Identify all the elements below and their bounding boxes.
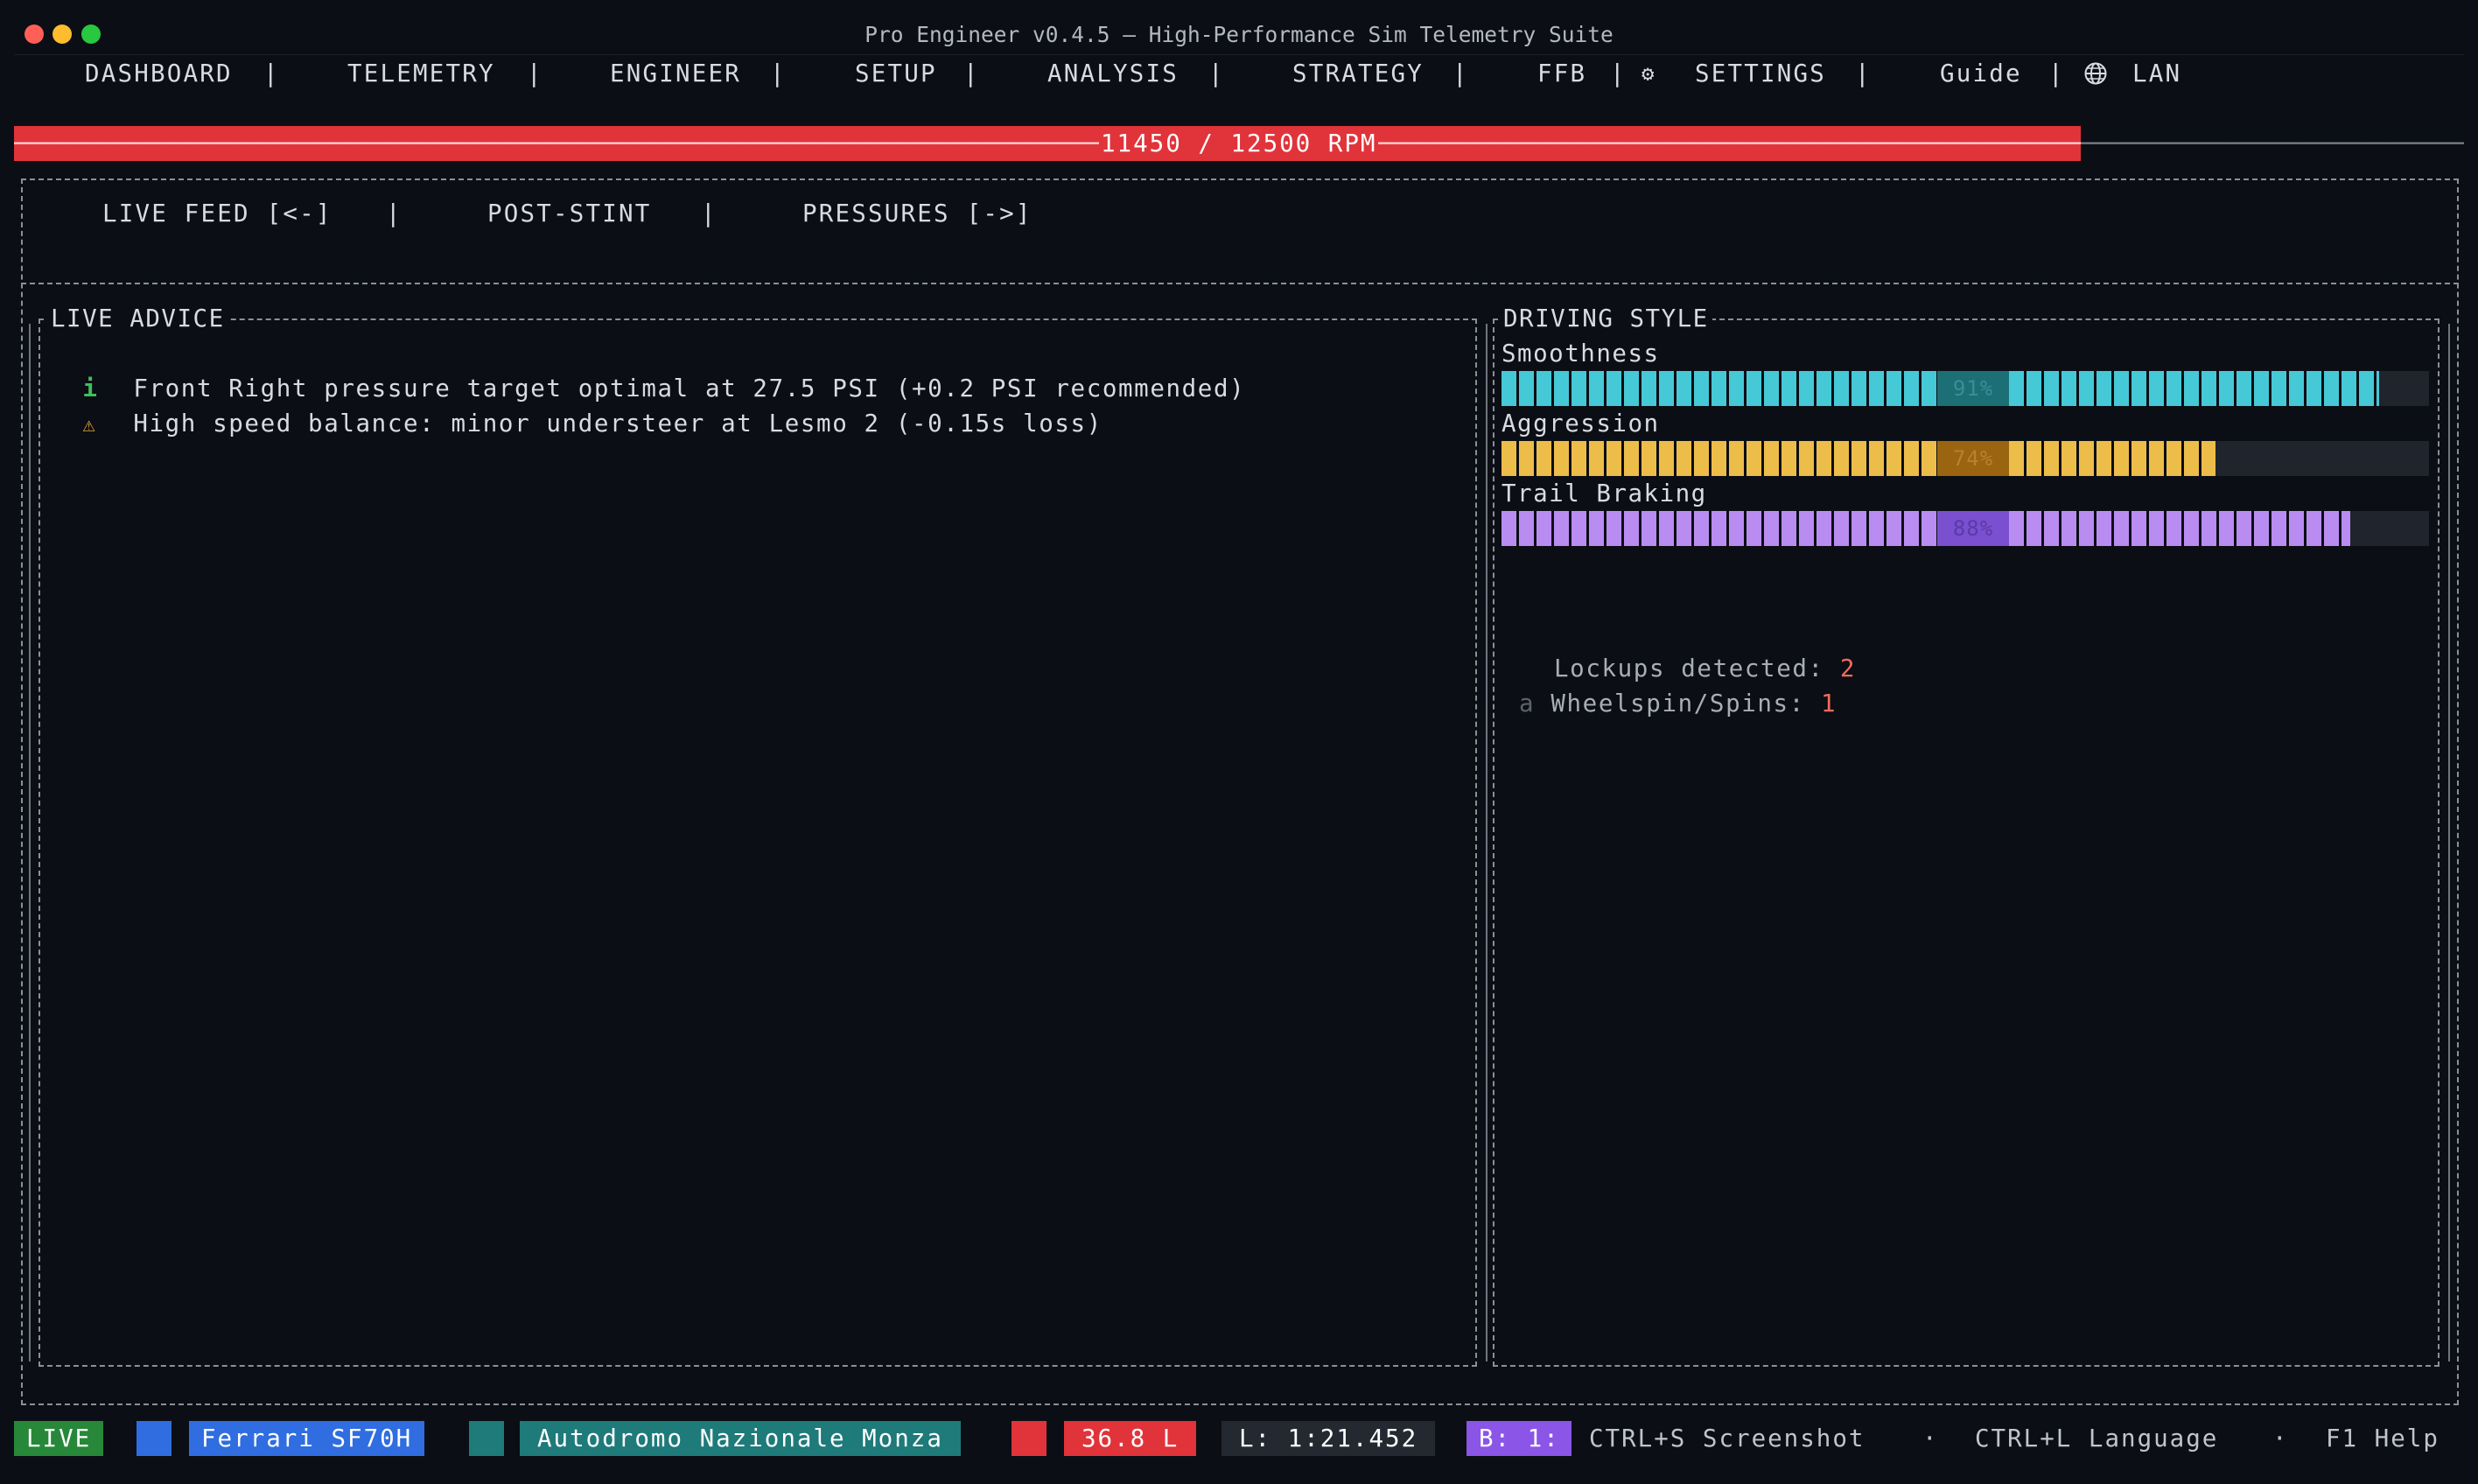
menu-strategy[interactable]: STRATEGY bbox=[1292, 56, 1424, 91]
aggression-label: Aggression bbox=[1502, 410, 1660, 438]
live-badge: LIVE bbox=[14, 1421, 104, 1456]
tab-post-stint[interactable]: POST-STINT bbox=[487, 196, 652, 231]
track-name: Autodromo Nazionale Monza bbox=[520, 1421, 961, 1456]
menu-separator: | bbox=[1452, 60, 1467, 88]
menu-separator: | bbox=[2048, 60, 2063, 88]
gear-icon: ⚙ bbox=[1642, 61, 1655, 86]
trail-braking-percent: 88% bbox=[1937, 511, 2009, 546]
globe-icon bbox=[2084, 62, 2107, 85]
tab-separator: | bbox=[386, 200, 402, 228]
wheelspin-prefix: a bbox=[1519, 690, 1536, 718]
menu-separator: | bbox=[1610, 60, 1625, 88]
trail-braking-label: Trail Braking bbox=[1502, 480, 1707, 508]
menu-analysis[interactable]: ANALYSIS bbox=[1047, 56, 1179, 91]
smoothness-label: Smoothness bbox=[1502, 340, 1660, 368]
trail-braking-bar-fill bbox=[1502, 511, 2350, 546]
live-advice-title: LIVE ADVICE bbox=[47, 301, 228, 336]
menu-engineer[interactable]: ENGINEER bbox=[610, 56, 741, 91]
menu-separator: | bbox=[527, 60, 542, 88]
panel-edge bbox=[2448, 324, 2450, 1362]
wheelspin-label: Wheelspin/Spins: bbox=[1550, 690, 1805, 718]
panel-edge bbox=[29, 324, 31, 1362]
panel-edge bbox=[1486, 324, 1488, 1362]
menu-telemetry[interactable]: TELEMETRY bbox=[347, 56, 495, 91]
rpm-readout: 11450 / 12500 RPM bbox=[1099, 126, 1379, 161]
best-lap-time: B: 1: bbox=[1466, 1421, 1572, 1456]
menu-ffb[interactable]: FFB bbox=[1537, 56, 1586, 91]
hint-separator: · bbox=[2272, 1424, 2289, 1452]
wheelspin-value: 1 bbox=[1821, 690, 1838, 718]
window-titlebar: Pro Engineer v0.4.5 — High-Performance S… bbox=[0, 0, 2478, 56]
menu-lan[interactable]: LAN bbox=[2132, 56, 2181, 91]
menu-separator: | bbox=[963, 60, 978, 88]
menu-separator: | bbox=[263, 60, 278, 88]
fuel-level: 36.8 L bbox=[1064, 1421, 1197, 1456]
last-lap-time: L: 1:21.452 bbox=[1222, 1421, 1436, 1456]
hint-separator: · bbox=[1922, 1424, 1939, 1452]
lockups-stat: Lockups detected: 2 bbox=[1554, 651, 1856, 686]
menu-setup[interactable]: SETUP bbox=[855, 56, 937, 91]
car-marker bbox=[136, 1421, 172, 1456]
menu-dashboard[interactable]: DASHBOARD bbox=[85, 56, 233, 91]
language-hint[interactable]: CTRL+L Language bbox=[1975, 1421, 2218, 1456]
track-marker bbox=[469, 1421, 504, 1456]
lockups-label: Lockups detected: bbox=[1554, 654, 1824, 682]
menu-separator: | bbox=[770, 60, 785, 88]
menu-separator: | bbox=[1208, 60, 1223, 88]
tab-divider bbox=[21, 283, 2459, 284]
menu-settings[interactable]: SETTINGS bbox=[1695, 56, 1826, 91]
advice-text: High speed balance: minor understeer at … bbox=[133, 410, 1102, 438]
screenshot-hint[interactable]: CTRL+S Screenshot bbox=[1589, 1421, 1865, 1456]
smoothness-percent: 91% bbox=[1937, 371, 2009, 406]
window-title: Pro Engineer v0.4.5 — High-Performance S… bbox=[864, 22, 1614, 47]
help-hint[interactable]: F1 Help bbox=[2326, 1421, 2440, 1456]
menu-separator: | bbox=[1855, 60, 1870, 88]
aggression-bar-fill bbox=[1502, 441, 2216, 476]
rpm-bar-fill-dashes: ────────────────────────────────────────… bbox=[14, 130, 2081, 158]
car-name: Ferrari SF70H bbox=[189, 1421, 425, 1456]
aggression-bar: 74% bbox=[1502, 441, 2429, 476]
driving-style-title: DRIVING STYLE bbox=[1500, 301, 1712, 336]
tab-pressures[interactable]: PRESSURES [->] bbox=[802, 196, 1032, 231]
aggression-percent: 74% bbox=[1937, 441, 2009, 476]
warning-icon: ⚠ bbox=[82, 412, 97, 437]
live-advice-panel bbox=[38, 318, 1477, 1367]
menu-guide[interactable]: Guide bbox=[1940, 56, 2022, 91]
smoothness-bar: 91% bbox=[1502, 371, 2429, 406]
advice-item: ⚠ High speed balance: minor understeer at… bbox=[51, 371, 1102, 442]
fuel-marker bbox=[1012, 1421, 1046, 1456]
trail-braking-bar: 88% bbox=[1502, 511, 2429, 546]
lockups-value: 2 bbox=[1839, 654, 1857, 682]
wheelspin-stat: a Wheelspin/Spins: 1 bbox=[1519, 686, 1837, 721]
tab-live-feed[interactable]: LIVE FEED [<-] bbox=[102, 196, 332, 231]
tab-separator: | bbox=[701, 200, 718, 228]
